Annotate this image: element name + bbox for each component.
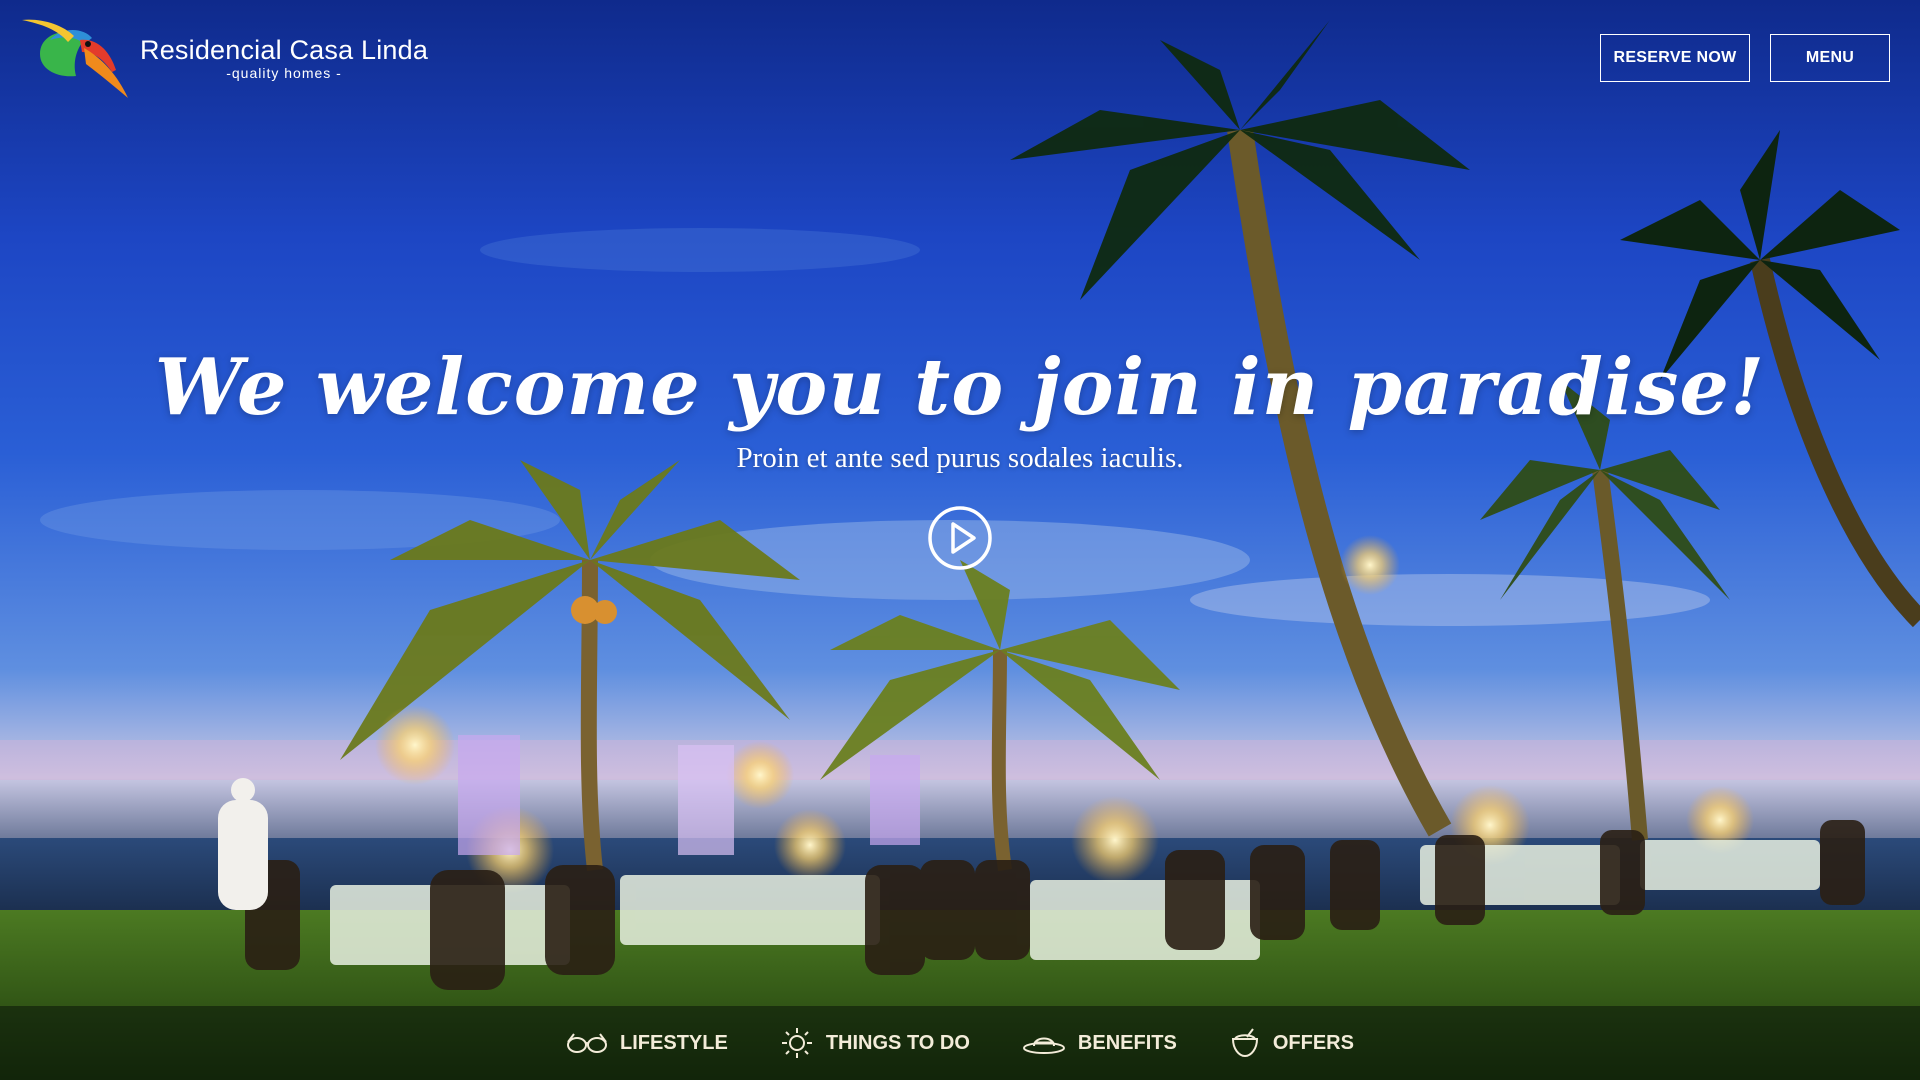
hero-section: Residencial Casa Linda -quality homes - … — [0, 0, 1920, 1080]
sun-icon — [781, 1028, 812, 1058]
nav-lifestyle-label: LIFESTYLE — [620, 1031, 728, 1054]
brand-logo[interactable]: Residencial Casa Linda -quality homes - — [22, 18, 428, 98]
play-circle-icon[interactable] — [927, 505, 993, 571]
logo-text: Residencial Casa Linda -quality homes - — [140, 35, 428, 81]
nav-things-to-do-label: THINGS TO DO — [825, 1031, 970, 1054]
nav-lifestyle[interactable]: LIFESTYLE — [566, 1030, 728, 1056]
brand-name: Residencial Casa Linda — [140, 35, 429, 65]
toucan-logo-icon — [22, 19, 128, 98]
coconut-drink-icon — [1231, 1028, 1258, 1058]
nav-benefits-label: BENEFITS — [1077, 1031, 1177, 1054]
menu-button[interactable]: MENU — [1770, 34, 1890, 82]
nav-benefits[interactable]: BENEFITS — [1022, 1030, 1177, 1056]
hero-subline: Proin et ante sed purus sodales iaculis. — [736, 442, 1184, 474]
glasses-icon — [567, 1033, 608, 1053]
hat-icon — [1022, 1037, 1065, 1054]
nav-offers-label: OFFERS — [1272, 1031, 1354, 1054]
nav-things-to-do[interactable]: THINGS TO DO — [780, 1026, 970, 1060]
bottom-nav: LIFESTYLE THINGS TO DO BENEFITS OFFERS — [0, 1006, 1920, 1080]
nav-offers[interactable]: OFFERS — [1229, 1027, 1354, 1059]
hero-headline: We welcome you to join in paradise! — [154, 342, 1766, 433]
reserve-now-button[interactable]: RESERVE NOW — [1600, 34, 1750, 82]
brand-tagline: -quality homes - — [226, 65, 342, 81]
